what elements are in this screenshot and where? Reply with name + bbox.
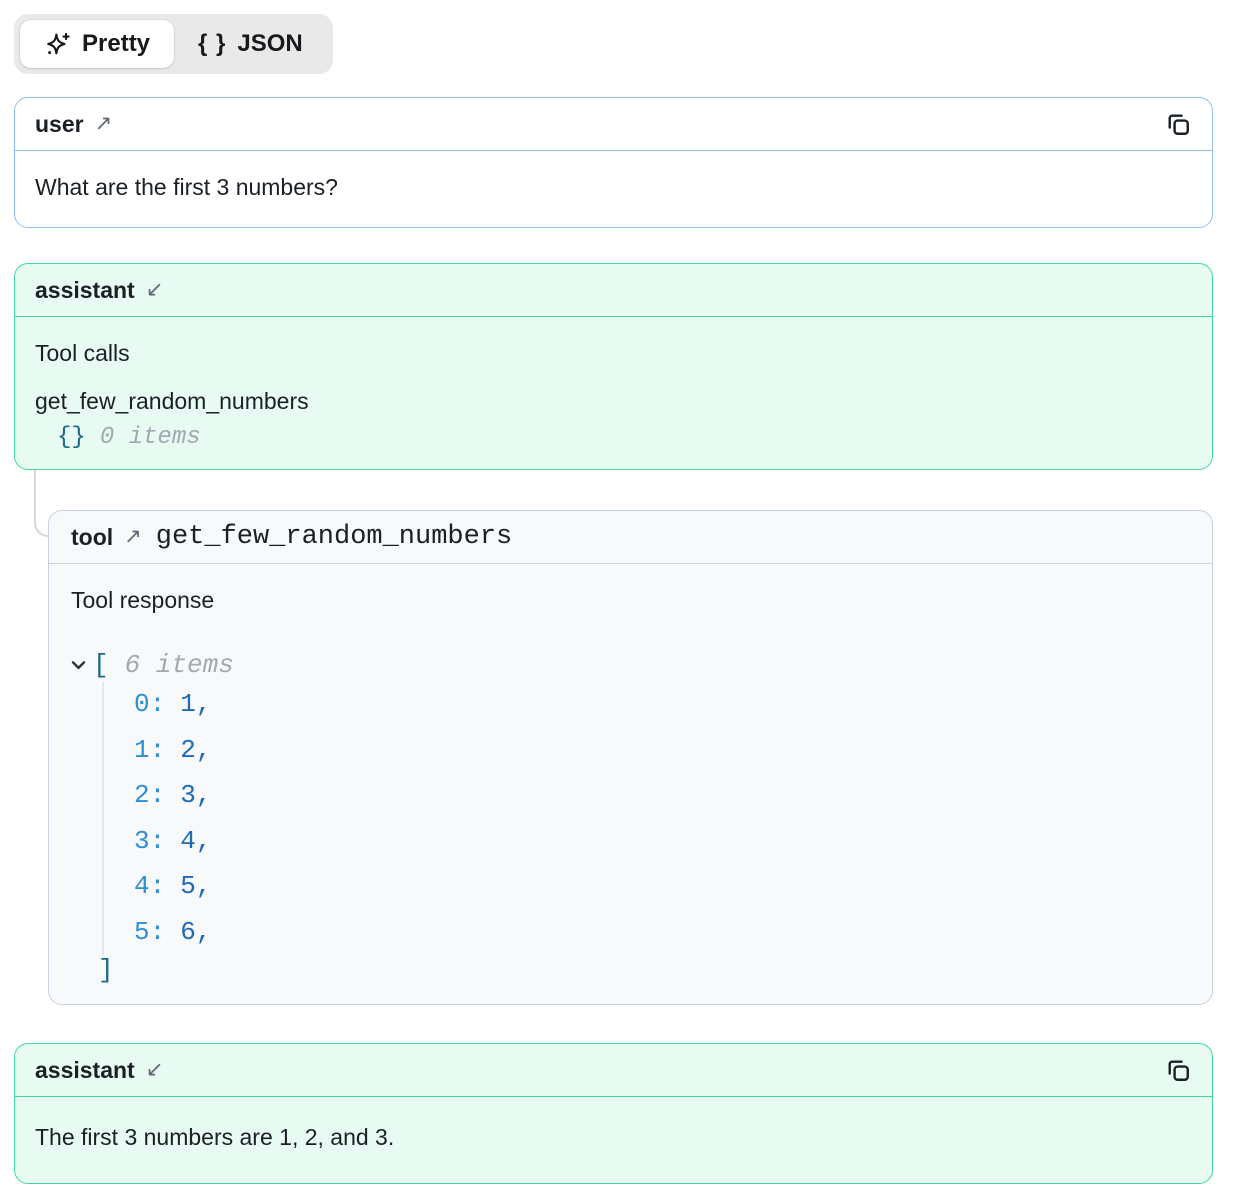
assistant-reply-content: The first 3 numbers are 1, 2, and 3.	[15, 1097, 1212, 1183]
entry-key: 5:	[134, 917, 165, 947]
view-toggle: Pretty { } JSON	[14, 14, 333, 74]
entry-key: 1:	[134, 735, 165, 765]
assistant-tool-call-body: Tool calls get_few_random_numbers {} 0 it…	[15, 317, 1212, 469]
entry-key: 3:	[134, 826, 165, 856]
braces-glyph: {}	[57, 424, 86, 451]
entry-value: 3,	[180, 780, 211, 810]
args-count: 0 items	[100, 424, 201, 451]
sparkle-icon	[44, 31, 71, 58]
tool-calls-heading: Tool calls	[35, 339, 1192, 367]
role-label: assistant	[35, 1056, 135, 1084]
tool-message-wrap: tool ↗ get_few_random_numbers Tool respo…	[48, 510, 1213, 1005]
role-label: assistant	[35, 276, 135, 304]
copy-icon	[1165, 1057, 1191, 1083]
tree-entry: 0: 1,	[134, 682, 1190, 728]
incoming-arrow-icon: ↙	[146, 1056, 164, 1084]
user-message-card: user ↗ What are the first 3 numbers?	[14, 97, 1213, 228]
braces-icon: { }	[198, 30, 226, 58]
tool-message-card: tool ↗ get_few_random_numbers Tool respo…	[48, 510, 1213, 1005]
toggle-option-json[interactable]: { } JSON	[174, 20, 327, 68]
tool-message-header: tool ↗ get_few_random_numbers	[49, 511, 1212, 564]
json-tree-children: 0: 1, 1: 2, 2: 3, 3: 4, 4: 5, 5: 6,	[102, 682, 1190, 955]
assistant-tool-call-header: assistant ↙	[15, 264, 1212, 317]
tool-call-name: get_few_random_numbers	[35, 387, 1192, 415]
entry-value: 1,	[180, 689, 211, 719]
items-count: 6 items	[125, 650, 234, 680]
assistant-tool-call-card: assistant ↙ Tool calls get_few_random_nu…	[14, 263, 1213, 470]
tree-entry: 1: 2,	[134, 728, 1190, 774]
outgoing-arrow-icon: ↗	[124, 523, 142, 551]
tree-entry: 3: 4,	[134, 819, 1190, 865]
role-label: user	[35, 110, 84, 138]
entry-value: 4,	[180, 826, 211, 856]
json-label: JSON	[237, 30, 302, 58]
entry-key: 2:	[134, 780, 165, 810]
tree-entry: 5: 6,	[134, 910, 1190, 956]
tool-call-args: {} 0 items	[35, 423, 1192, 453]
tree-entry: 2: 3,	[134, 773, 1190, 819]
chevron-down-icon[interactable]	[71, 660, 86, 670]
copy-icon	[1165, 111, 1191, 137]
copy-button[interactable]	[1164, 1056, 1192, 1084]
tool-name: get_few_random_numbers	[156, 523, 512, 551]
entry-value: 6,	[180, 917, 211, 947]
entry-value: 5,	[180, 871, 211, 901]
pretty-label: Pretty	[82, 30, 150, 58]
trace-view: Pretty { } JSON user ↗ What are the firs…	[0, 0, 1244, 1200]
entry-key: 4:	[134, 871, 165, 901]
toggle-option-pretty[interactable]: Pretty	[20, 20, 174, 68]
tool-response-heading: Tool response	[71, 586, 1190, 614]
close-bracket: ]	[98, 955, 1190, 985]
open-bracket: [	[93, 650, 109, 680]
connector-elbow	[34, 470, 49, 537]
incoming-arrow-icon: ↙	[146, 276, 164, 304]
json-tree: [ 6 items 0:1, 1:2, 2:3, 3:4, 4:5, 5:6, …	[71, 650, 1190, 985]
tool-message-body: Tool response [ 6 items 0: 1, 1: 2,	[49, 564, 1212, 1004]
entry-key: 0:	[134, 689, 165, 719]
outgoing-arrow-icon: ↗	[95, 110, 113, 138]
entry-value: 2,	[180, 735, 211, 765]
user-message-content: What are the first 3 numbers?	[15, 151, 1212, 227]
user-message-header: user ↗	[15, 98, 1212, 151]
assistant-reply-header: assistant ↙	[15, 1044, 1212, 1097]
tree-entry: 4: 5,	[134, 864, 1190, 910]
json-tree-root-row: [ 6 items	[71, 650, 1190, 680]
assistant-reply-card: assistant ↙ The first 3 numbers are 1, 2…	[14, 1043, 1213, 1184]
role-label: tool	[71, 523, 113, 551]
copy-button[interactable]	[1164, 110, 1192, 138]
